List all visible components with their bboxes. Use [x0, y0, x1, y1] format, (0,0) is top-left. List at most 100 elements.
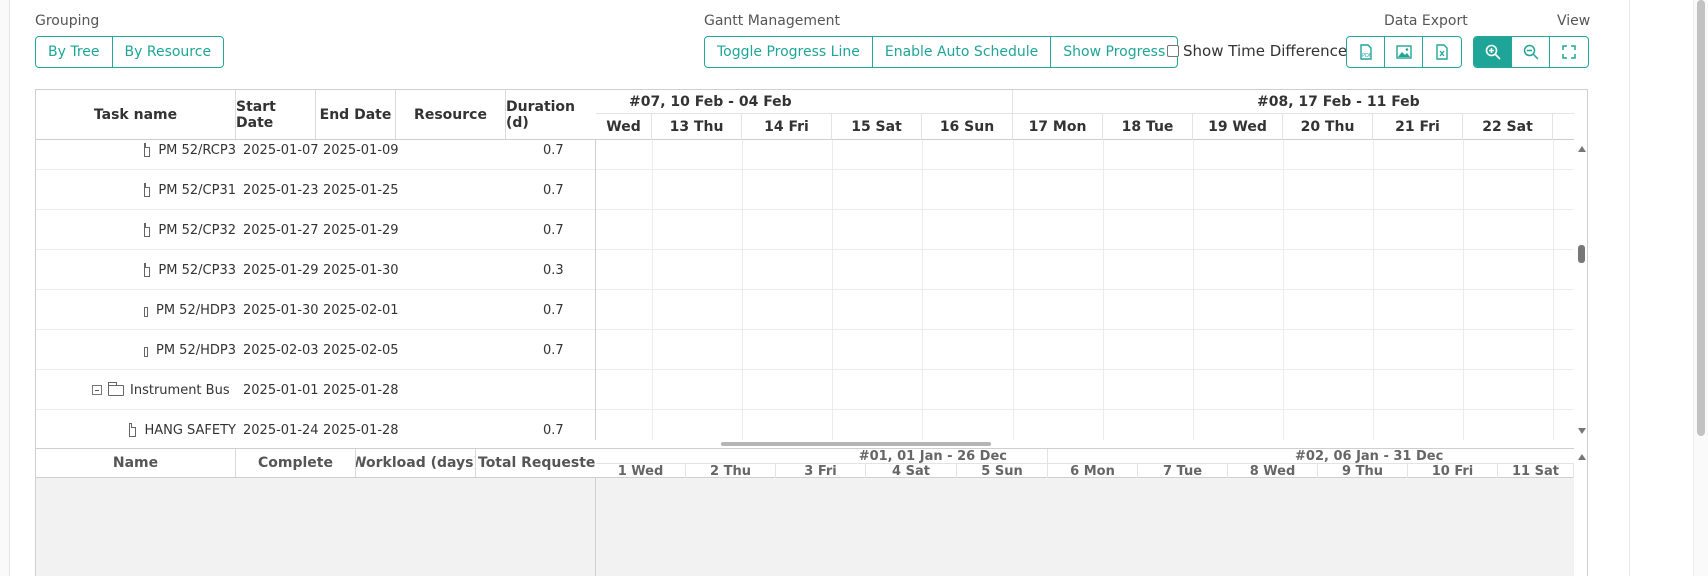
- show-progress-button[interactable]: Show Progress: [1051, 37, 1177, 67]
- column-header-workload[interactable]: Workload (days): [356, 449, 476, 477]
- task-row[interactable]: HANG SAFETY 2025-01-24 2025-01-28 0.7: [36, 410, 595, 440]
- duration-cell: 0.3: [543, 262, 564, 278]
- task-row[interactable]: PM 52/CP31 2025-01-23 2025-01-25 0.7: [36, 170, 595, 210]
- duration-cell: 0.7: [543, 422, 564, 438]
- end-date-cell: 2025-01-28: [323, 382, 399, 398]
- start-date-cell: 2025-02-03: [243, 342, 319, 358]
- show-time-difference-label: Show Time Difference: [1183, 42, 1348, 60]
- day-label: 16 Sun: [922, 114, 1013, 140]
- column-header-duration[interactable]: Duration (d): [506, 90, 596, 139]
- document-icon: [144, 183, 151, 197]
- by-tree-button[interactable]: By Tree: [36, 37, 113, 67]
- resource-day-label: 2 Thu: [686, 463, 776, 479]
- folder-open-icon: [108, 381, 124, 396]
- start-date-cell: 2025-01-27: [243, 222, 319, 238]
- resource-day-label: 10 Fri: [1408, 463, 1498, 479]
- task-name: PM 52/HDP3: [155, 302, 236, 318]
- resource-day-label: 5 Sun: [957, 463, 1048, 479]
- excel-export-button[interactable]: [1423, 37, 1461, 67]
- by-resource-button[interactable]: By Resource: [113, 37, 224, 67]
- grouping-button-group: By Tree By Resource: [35, 36, 225, 68]
- zoom-in-button[interactable]: [1474, 37, 1512, 67]
- vertical-scroll-thumb[interactable]: [1578, 245, 1585, 263]
- timeline-header: #07, 10 Feb - 04 Feb #08, 17 Feb - 11 Fe…: [596, 90, 1574, 140]
- zoom-out-button[interactable]: [1512, 37, 1550, 67]
- resource-day-label: 6 Mon: [1048, 463, 1138, 479]
- zoom-out-icon: [1523, 44, 1539, 60]
- resource-week-label: #02, 06 Jan - 31 Dec: [1295, 448, 1444, 464]
- task-row[interactable]: PM 52/CP32 2025-01-27 2025-01-29 0.7: [36, 210, 595, 250]
- column-header-resource[interactable]: Resource: [396, 90, 506, 139]
- collapse-toggle-icon[interactable]: [92, 385, 102, 395]
- column-header-total-requested[interactable]: Total Requested V: [476, 449, 596, 477]
- scroll-up-arrow-icon[interactable]: [1578, 146, 1586, 152]
- column-header-end-date[interactable]: End Date: [316, 90, 396, 139]
- start-date-cell: 2025-01-01: [243, 382, 319, 398]
- day-label: 20 Thu: [1283, 114, 1373, 140]
- day-label: 22 Sat: [1463, 114, 1553, 140]
- column-header-complete[interactable]: Complete: [236, 449, 356, 477]
- timeline-body[interactable]: [596, 140, 1574, 440]
- show-time-difference-checkbox[interactable]: Show Time Difference: [1167, 42, 1347, 60]
- pdf-export-icon: PDF: [1359, 44, 1371, 60]
- day-label: 15 Sat: [832, 114, 922, 140]
- task-name-cell: PM 52/RCP3: [144, 140, 236, 170]
- document-icon: [144, 223, 151, 237]
- document-icon: [144, 343, 148, 357]
- task-name-cell: PM 52/CP31: [144, 170, 236, 210]
- resource-day-label: 4 Sat: [866, 463, 957, 479]
- resource-vertical-scrollbar[interactable]: [1574, 448, 1587, 576]
- task-name: PM 52/RCP3: [158, 142, 236, 158]
- column-header-name[interactable]: Name: [36, 449, 236, 477]
- task-row[interactable]: PM 52/HDP3 2025-02-03 2025-02-05 0.7: [36, 330, 595, 370]
- grouping-label: Grouping: [35, 13, 100, 29]
- data-export-label: Data Export: [1384, 13, 1468, 29]
- task-name-cell: PM 52/HDP3: [144, 290, 236, 330]
- document-icon: [129, 423, 137, 437]
- task-row[interactable]: PM 52/CP33 2025-01-29 2025-01-30 0.3: [36, 250, 595, 290]
- grid-header: Task name Start Date End Date Resource D…: [36, 90, 596, 140]
- task-name: PM 52/CP33: [158, 262, 236, 278]
- fullscreen-icon: [1562, 45, 1576, 59]
- start-date-cell: 2025-01-29: [243, 262, 319, 278]
- timeline-horizontal-scrollbar[interactable]: [596, 440, 1574, 448]
- horizontal-scroll-thumb[interactable]: [721, 442, 991, 446]
- end-date-cell: 2025-02-05: [323, 342, 399, 358]
- group-name-cell: Instrument Bus: [92, 370, 236, 410]
- image-export-button[interactable]: [1385, 37, 1423, 67]
- duration-cell: 0.7: [543, 222, 564, 238]
- pdf-export-button[interactable]: PDF: [1347, 37, 1385, 67]
- timeline-vertical-scrollbar[interactable]: [1574, 140, 1587, 440]
- excel-export-icon: [1436, 44, 1448, 60]
- toggle-progress-line-button[interactable]: Toggle Progress Line: [705, 37, 873, 67]
- scroll-up-arrow-icon[interactable]: [1578, 454, 1586, 460]
- group-row[interactable]: Instrument Bus 2025-01-01 2025-01-28: [36, 370, 595, 410]
- day-label: 21 Fri: [1373, 114, 1463, 140]
- scroll-down-arrow-icon[interactable]: [1578, 428, 1586, 434]
- resource-timeline-header: #01, 01 Jan - 26 Dec #02, 06 Jan - 31 De…: [596, 448, 1574, 479]
- grid-body: PM 52/RCP3 2025-01-07 2025-01-09 0.7 PM …: [36, 140, 596, 440]
- resource-day-label: 1 Wed: [596, 463, 686, 479]
- checkbox-box[interactable]: [1167, 45, 1179, 57]
- day-label: Wed: [596, 114, 652, 140]
- day-label: 19 Wed: [1193, 114, 1283, 140]
- end-date-cell: 2025-01-28: [323, 422, 399, 438]
- resource-day-label: 11 Sat: [1498, 463, 1574, 479]
- task-row[interactable]: PM 52/RCP3 2025-01-07 2025-01-09 0.7: [36, 140, 595, 170]
- page-scrollbar-thumb[interactable]: [1697, 0, 1705, 436]
- document-icon: [144, 143, 151, 157]
- end-date-cell: 2025-01-30: [323, 262, 399, 278]
- enable-auto-schedule-button[interactable]: Enable Auto Schedule: [873, 37, 1052, 67]
- column-header-start-date[interactable]: Start Date: [236, 90, 316, 139]
- resource-grid-body: [36, 478, 596, 576]
- view-button-group: [1473, 36, 1589, 68]
- task-name-cell: PM 52/HDP3: [144, 330, 236, 370]
- fullscreen-button[interactable]: [1550, 37, 1588, 67]
- view-label: View: [1557, 13, 1591, 29]
- task-row[interactable]: PM 52/HDP3 2025-01-30 2025-02-01 0.7: [36, 290, 595, 330]
- column-header-task-name[interactable]: Task name: [36, 90, 236, 139]
- start-date-cell: 2025-01-23: [243, 182, 319, 198]
- end-date-cell: 2025-01-09: [323, 142, 399, 158]
- task-name: PM 52/HDP3: [155, 342, 236, 358]
- day-label: 17 Mon: [1013, 114, 1103, 140]
